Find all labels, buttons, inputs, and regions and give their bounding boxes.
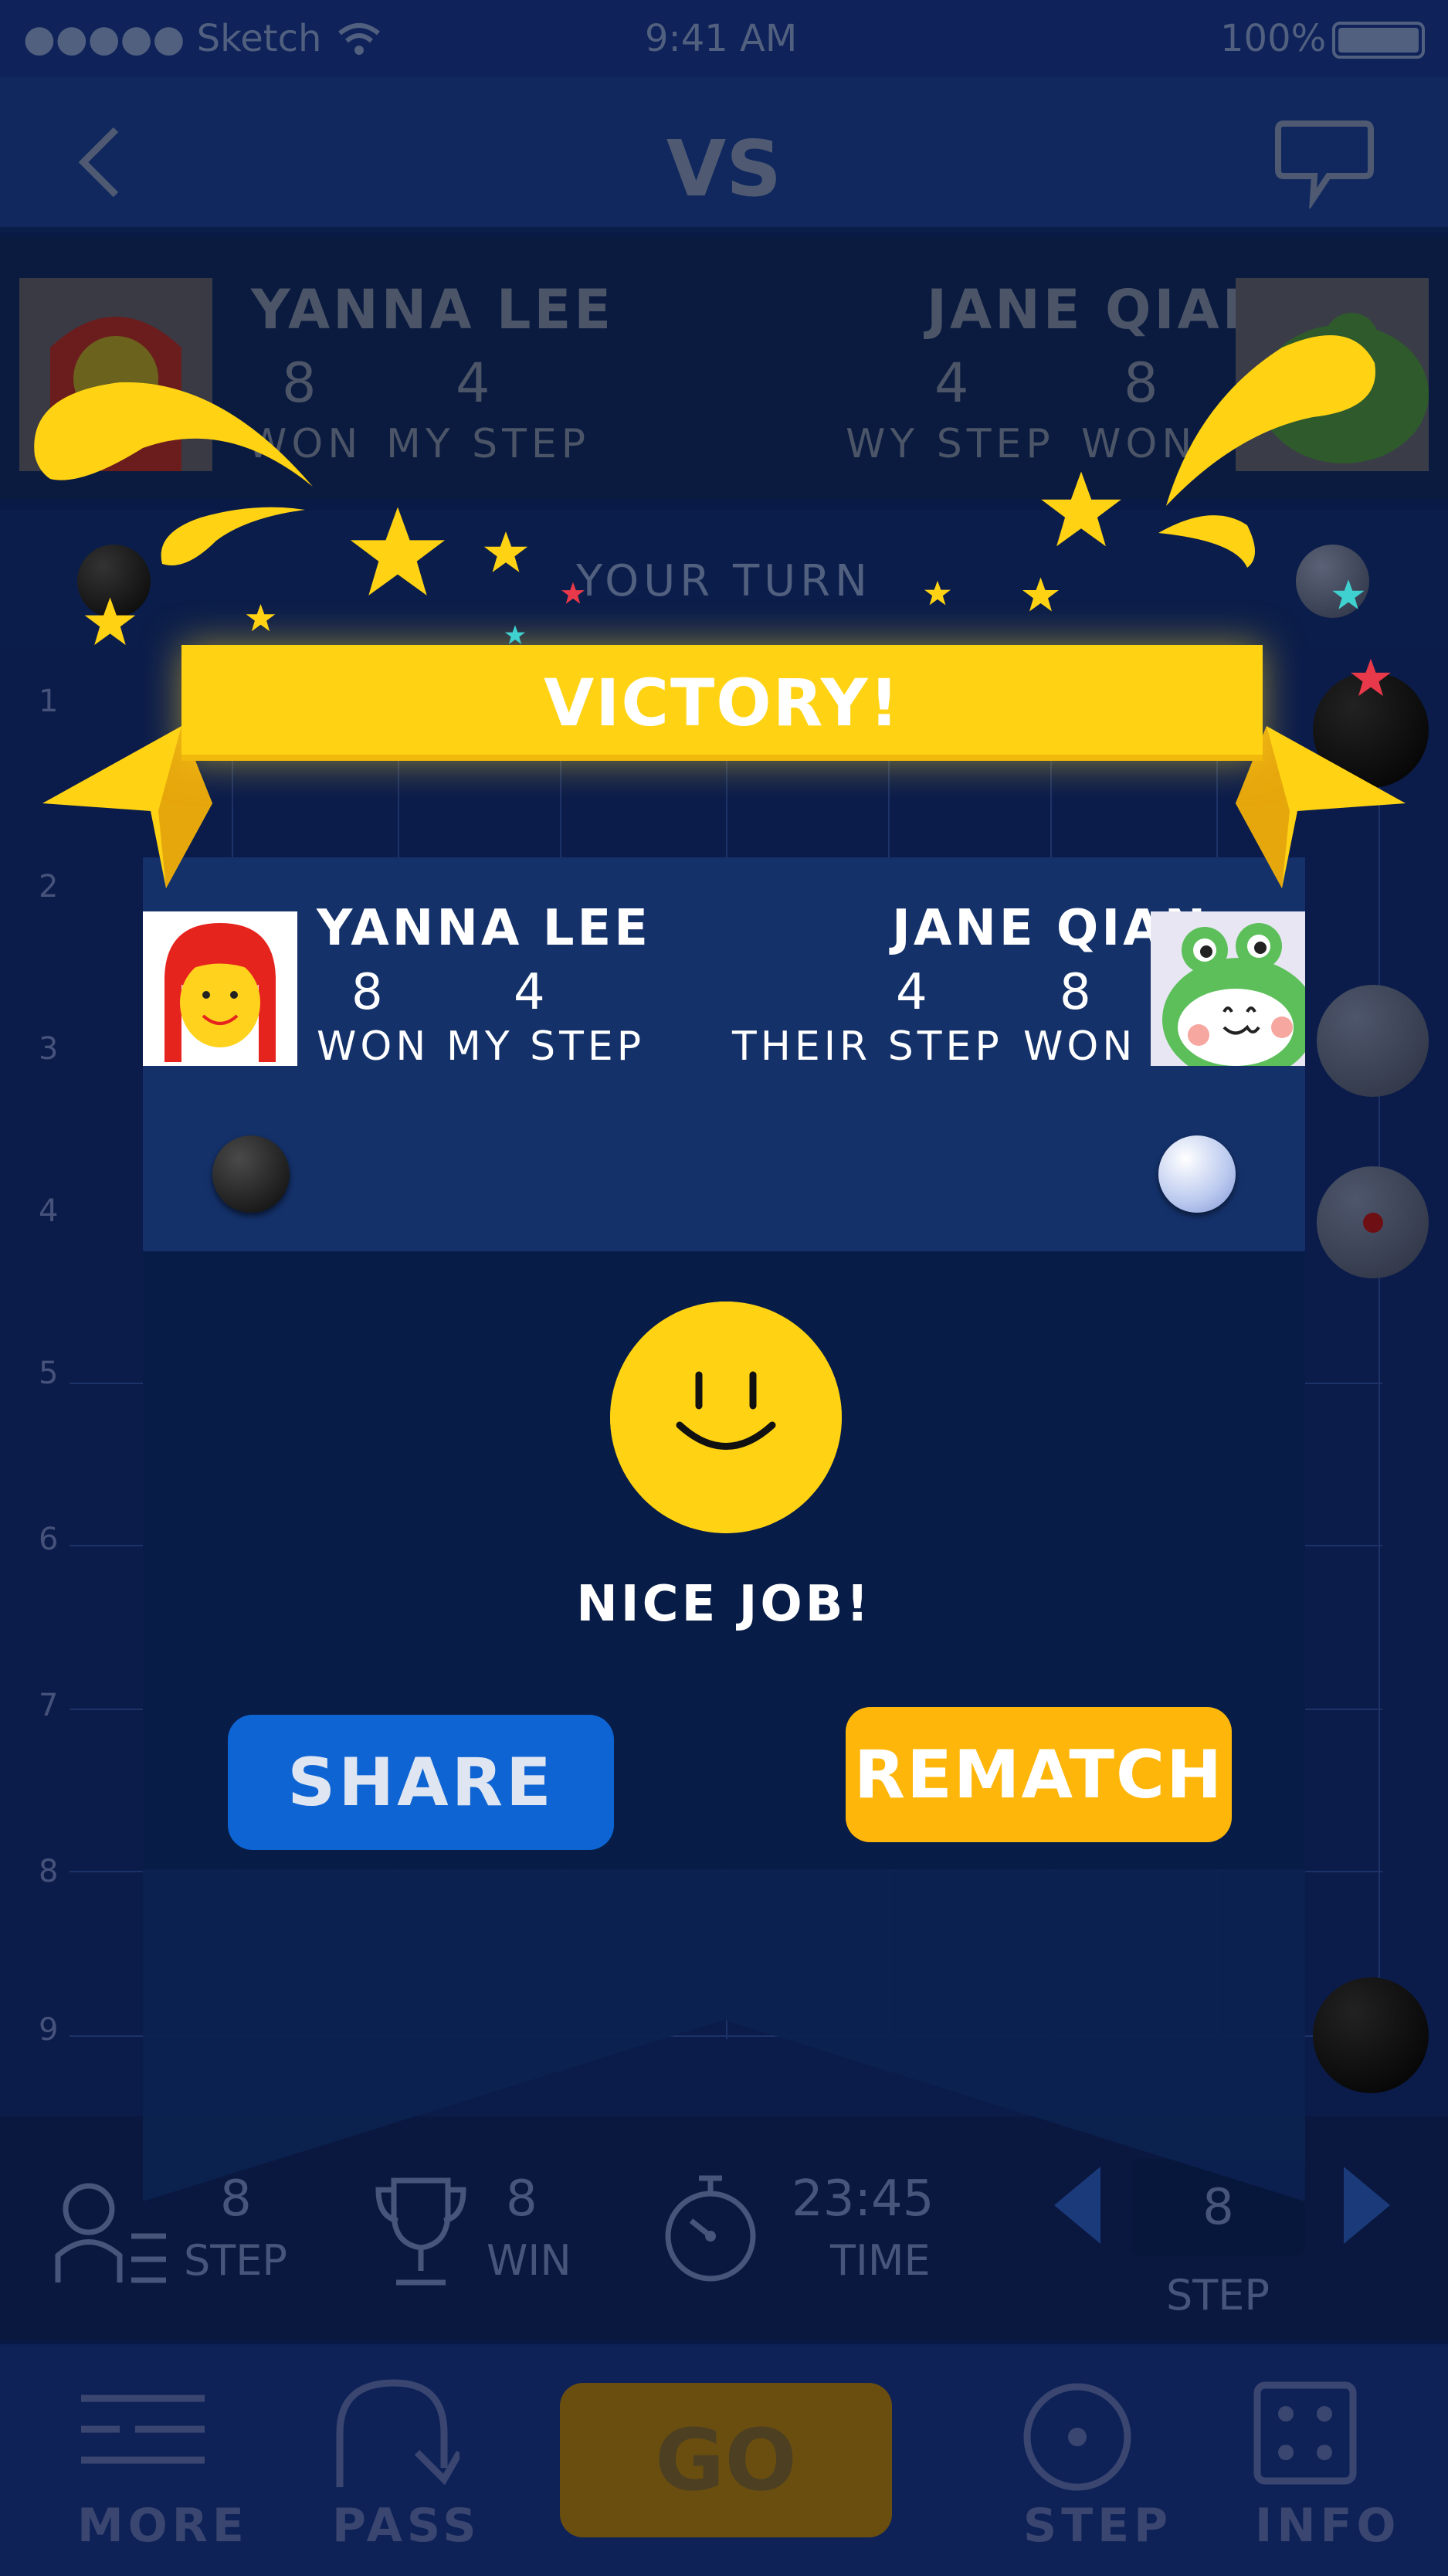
star-icon <box>924 580 951 606</box>
left-player-step-label: MY STEP <box>446 1023 646 1070</box>
bg-left-name: YANNA LEE <box>251 278 615 341</box>
row-label: 7 <box>39 1688 59 1723</box>
stat-step-label: STEP <box>184 2236 287 2285</box>
clock: 9:41 AM <box>645 17 798 60</box>
row-label: 3 <box>39 1031 59 1067</box>
star-icon <box>483 531 528 572</box>
trophy-icon <box>375 2177 466 2286</box>
star-icon <box>246 604 276 632</box>
confetti-splash <box>1166 335 1375 506</box>
bg-right-won: 8 <box>1124 351 1158 415</box>
star-icon <box>1041 471 1121 547</box>
confetti-splash <box>161 507 305 565</box>
wifi-icon <box>338 23 380 55</box>
tab-info[interactable]: INFO <box>1255 2499 1401 2553</box>
row-label: 6 <box>39 1522 59 1557</box>
menu-icon[interactable] <box>77 2387 209 2487</box>
rematch-button[interactable]: REMATCH <box>846 1707 1232 1842</box>
confetti-splash <box>1158 515 1255 568</box>
star-icon <box>84 597 136 646</box>
chat-bubble-icon[interactable] <box>1274 116 1375 209</box>
dice-info-icon[interactable] <box>1251 2379 1359 2487</box>
star-icon <box>350 507 446 596</box>
smiley-face-icon <box>610 1302 842 1533</box>
right-player-step-label: THEIR STEP <box>732 1023 1003 1070</box>
victory-banner: VICTORY! <box>181 645 1263 761</box>
page-title: VS <box>666 124 782 214</box>
prev-step-icon[interactable] <box>1050 2163 1104 2248</box>
star-icon <box>504 625 526 645</box>
stat-time-value: 23:45 <box>792 2170 934 2228</box>
star-icon <box>1022 577 1059 612</box>
row-label: 8 <box>39 1854 59 1889</box>
stat-win-label: WIN <box>487 2236 571 2285</box>
star-icon <box>1332 579 1365 609</box>
bg-right-step: 4 <box>934 351 969 415</box>
right-player-won: 8 <box>1060 964 1091 1021</box>
share-button[interactable]: SHARE <box>228 1715 614 1850</box>
step-target-icon[interactable] <box>1019 2379 1135 2495</box>
pass-arrow-icon[interactable] <box>328 2375 459 2491</box>
board-stone[interactable] <box>1317 985 1429 1097</box>
left-player-stone <box>212 1135 290 1213</box>
battery-percent: 100% <box>1220 17 1327 60</box>
bg-left-step: 4 <box>456 351 490 415</box>
battery-icon <box>1332 22 1425 59</box>
tab-step[interactable]: STEP <box>1023 2499 1172 2553</box>
stat-win-value: 8 <box>506 2170 537 2228</box>
status-bar: ●●●●● Sketch 9:41 AM 100% <box>0 0 1448 77</box>
stat-time-label: TIME <box>830 2236 931 2285</box>
star-icon <box>1351 658 1391 697</box>
victory-title: VICTORY! <box>544 665 900 741</box>
confetti-splash <box>34 382 313 487</box>
bg-left-step-label: MY STEP <box>386 421 591 467</box>
left-player-won-label: WON <box>317 1023 430 1070</box>
avatar-jane <box>1151 911 1305 1066</box>
result-message: NICE JOB! <box>576 1576 872 1633</box>
stat-step-value: 8 <box>220 2170 252 2228</box>
left-player-won: 8 <box>351 964 383 1021</box>
right-player-won-label: WON <box>1023 1023 1137 1070</box>
bg-right-step-label: WY STEP <box>846 421 1055 467</box>
tab-more[interactable]: MORE <box>77 2499 249 2553</box>
go-button[interactable]: GO <box>560 2383 892 2537</box>
row-label: 4 <box>39 1193 59 1229</box>
board-stone-marked[interactable] <box>1317 1166 1429 1278</box>
board-grid-line <box>1378 695 1380 2039</box>
stopwatch-icon <box>665 2175 756 2282</box>
avatar-yanna <box>143 911 297 1066</box>
row-label: 5 <box>39 1356 59 1391</box>
step-counter-value: 8 <box>1202 2178 1234 2236</box>
row-label: 9 <box>39 2012 59 2048</box>
carrier-label: ●●●●● Sketch <box>23 17 322 60</box>
board-stone[interactable] <box>1313 1977 1429 2093</box>
left-player-step: 4 <box>514 964 545 1021</box>
next-step-icon[interactable] <box>1340 2163 1394 2248</box>
star-icon <box>561 582 585 604</box>
right-player-step: 4 <box>896 964 927 1021</box>
tab-pass[interactable]: PASS <box>332 2499 481 2553</box>
right-player-stone <box>1158 1135 1236 1213</box>
left-player-name: YANNA LEE <box>317 900 651 957</box>
step-counter-label: STEP <box>1166 2271 1270 2320</box>
